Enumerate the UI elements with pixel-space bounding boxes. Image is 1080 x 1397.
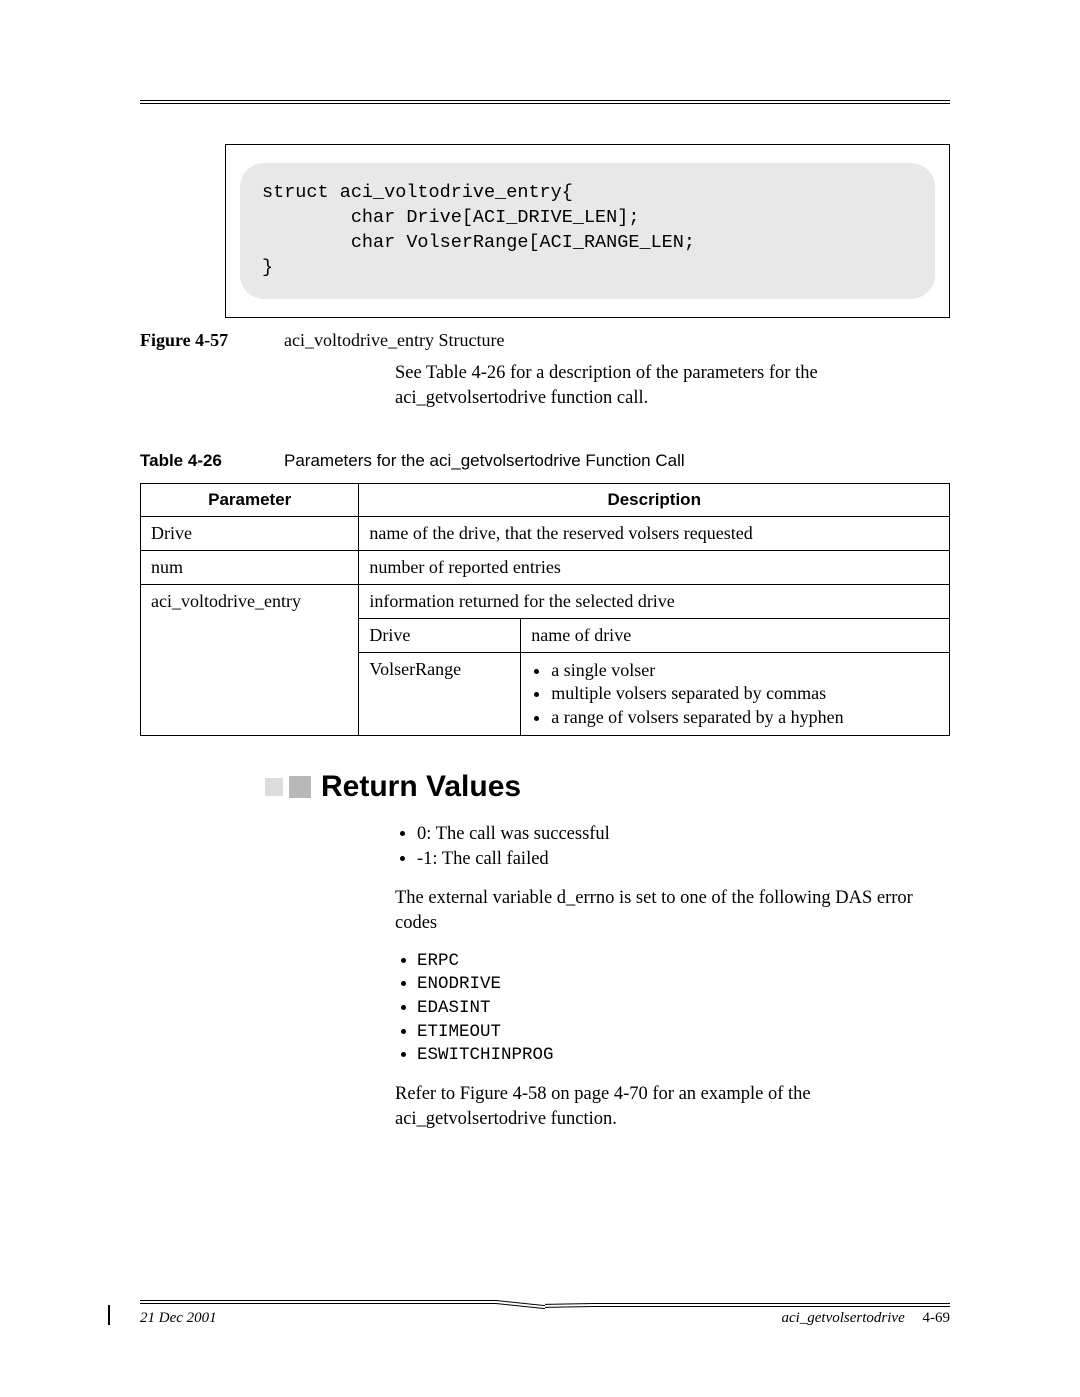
footer-rule xyxy=(140,1300,950,1306)
th-description: Description xyxy=(359,483,950,516)
table-header-row: Parameter Description xyxy=(141,483,950,516)
table-label: Table 4-26 xyxy=(140,451,260,471)
cell-param: aci_voltodrive_entry xyxy=(141,584,359,735)
list-item: a single volser xyxy=(551,659,939,682)
top-rule xyxy=(140,100,950,104)
list-item: -1: The call failed xyxy=(417,847,950,872)
table-row: Drive name of the drive, that the reserv… xyxy=(141,516,950,550)
th-parameter: Parameter xyxy=(141,483,359,516)
list-item: multiple volsers separated by commas xyxy=(551,682,939,705)
table-caption: Parameters for the aci_getvolsertodrive … xyxy=(284,451,950,471)
change-bar xyxy=(108,1305,110,1325)
cell-subkey: VolserRange xyxy=(359,652,521,735)
footer-right: aci_getvolsertodrive 4-69 xyxy=(781,1310,950,1327)
table-row: num number of reported entries xyxy=(141,550,950,584)
figure-label: Figure 4-57 xyxy=(140,330,260,351)
section-heading-row: Return Values xyxy=(265,770,950,804)
list-item: ERPC xyxy=(417,950,950,974)
error-codes-list: ERPC ENODRIVE EDASINT ETIMEOUT ESWITCHIN… xyxy=(395,950,950,1068)
section-heading: Return Values xyxy=(321,770,521,804)
volser-range-list: a single volser multiple volsers separat… xyxy=(531,659,939,729)
return-values-body: 0: The call was successful -1: The call … xyxy=(395,822,950,1132)
list-item: ENODRIVE xyxy=(417,973,950,997)
footer-function-name: aci_getvolsertodrive xyxy=(781,1310,904,1326)
content-column: struct aci_voltodrive_entry{ char Drive[… xyxy=(225,144,950,1132)
intro-paragraph: See Table 4-26 for a description of the … xyxy=(395,361,950,411)
cell-param: num xyxy=(141,550,359,584)
figure-caption-row: Figure 4-57 aci_voltodrive_entry Structu… xyxy=(225,330,950,351)
cell-param: Drive xyxy=(141,516,359,550)
heading-ornament-icon xyxy=(289,776,311,798)
list-item: a range of volsers separated by a hyphen xyxy=(551,706,939,729)
footer-date: 21 Dec 2001 xyxy=(140,1310,217,1327)
cell-subkey: Drive xyxy=(359,618,521,652)
list-item: 0: The call was successful xyxy=(417,822,950,847)
params-table: Parameter Description Drive name of the … xyxy=(140,483,950,736)
page-footer: 21 Dec 2001 aci_getvolsertodrive 4-69 xyxy=(140,1300,950,1327)
code-frame: struct aci_voltodrive_entry{ char Drive[… xyxy=(225,144,950,318)
footer-page-number: 4-69 xyxy=(923,1310,951,1326)
list-item: ETIMEOUT xyxy=(417,1021,950,1045)
return-values-list: 0: The call was successful -1: The call … xyxy=(395,822,950,872)
heading-ornament-icon xyxy=(265,778,283,796)
list-item: EDASINT xyxy=(417,997,950,1021)
footer-text-row: 21 Dec 2001 aci_getvolsertodrive 4-69 xyxy=(140,1310,950,1327)
list-item: ESWITCHINPROG xyxy=(417,1044,950,1068)
code-block: struct aci_voltodrive_entry{ char Drive[… xyxy=(240,163,935,299)
cell-subval: name of drive xyxy=(521,618,950,652)
cell-desc: name of the drive, that the reserved vol… xyxy=(359,516,950,550)
refer-paragraph: Refer to Figure 4-58 on page 4-70 for an… xyxy=(395,1082,950,1132)
table-title-row: Table 4-26 Parameters for the aci_getvol… xyxy=(225,451,950,471)
figure-caption: aci_voltodrive_entry Structure xyxy=(284,330,950,351)
page: struct aci_voltodrive_entry{ char Drive[… xyxy=(0,0,1080,1397)
cell-subval: a single volser multiple volsers separat… xyxy=(521,652,950,735)
table-row: aci_voltodrive_entry information returne… xyxy=(141,584,950,618)
cell-desc: number of reported entries xyxy=(359,550,950,584)
errno-paragraph: The external variable d_errno is set to … xyxy=(395,886,950,936)
cell-desc: information returned for the selected dr… xyxy=(359,584,950,618)
